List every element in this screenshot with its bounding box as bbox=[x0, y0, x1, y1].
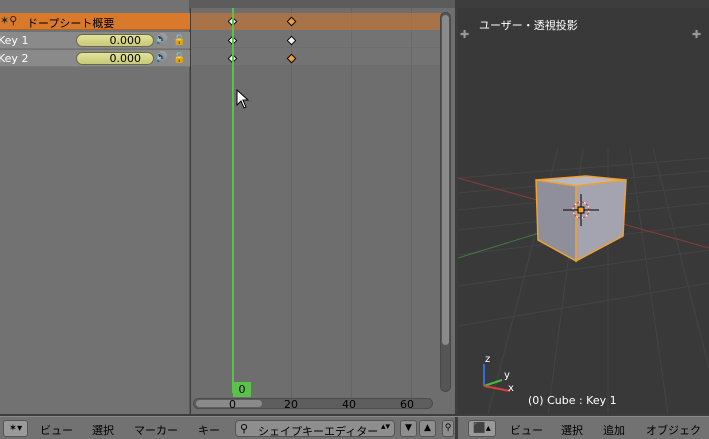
region-expand-icon[interactable]: ✚ bbox=[460, 28, 469, 41]
viewport-menu-add[interactable]: 追加 bbox=[603, 422, 625, 438]
mode-label: シェイプキーエディター bbox=[258, 425, 379, 438]
grid-line bbox=[351, 8, 352, 398]
summary-channel[interactable]: ✶⚲ ドープシート概要 bbox=[0, 13, 190, 30]
menu-marker[interactable]: マーカー bbox=[134, 422, 178, 438]
area-divider bbox=[455, 417, 458, 439]
ruler-label: 0 bbox=[229, 398, 236, 411]
move-down-button[interactable]: ▼ bbox=[400, 420, 417, 437]
playhead[interactable] bbox=[232, 8, 234, 393]
ruler-label: 60 bbox=[400, 398, 414, 411]
mode-dropdown[interactable]: ⚲ シェイプキーエディター ▴▾ bbox=[235, 420, 395, 438]
shapekey-icon: ⚲ bbox=[240, 422, 249, 435]
channel-value-field[interactable]: 0.000 bbox=[76, 34, 154, 47]
dopesheet-timeline[interactable] bbox=[191, 8, 455, 414]
axis-label-y: y bbox=[504, 370, 510, 381]
ruler-label: 40 bbox=[342, 398, 356, 411]
viewport-menu-select[interactable]: 選択 bbox=[561, 422, 583, 438]
axis-label-z: z bbox=[485, 354, 491, 365]
channel-list: ✶⚲ ドープシート概要 Key 1 0.000 🔊 🔓 Key 2 0.000 … bbox=[0, 0, 190, 414]
editor-header: ✶▾ ビュー 選択 マーカー キー ⚲ シェイプキーエディター ▴▾ ▼ ▲ ⚲… bbox=[0, 416, 709, 439]
axis-label-x: x bbox=[508, 383, 514, 394]
ruler-label: 20 bbox=[284, 398, 298, 411]
mute-toggle-icon[interactable]: 🔊 bbox=[155, 34, 167, 46]
channel-row-key1[interactable]: Key 1 0.000 🔊 🔓 bbox=[0, 32, 190, 49]
current-frame-indicator: 0 bbox=[233, 382, 251, 397]
editor-type-button[interactable]: ✶▾ bbox=[3, 420, 28, 437]
mouse-cursor-icon bbox=[236, 89, 250, 109]
viewport-status: (0) Cube : Key 1 bbox=[528, 394, 617, 407]
filter-icon[interactable]: ⚲ bbox=[442, 420, 454, 437]
channel-row-key2[interactable]: Key 2 0.000 🔊 🔓 bbox=[0, 50, 190, 67]
menu-select[interactable]: 選択 bbox=[92, 422, 114, 438]
summary-label: ドープシート概要 bbox=[27, 17, 115, 30]
grid-line bbox=[291, 8, 292, 398]
move-up-button[interactable]: ▲ bbox=[419, 420, 436, 437]
blender-window: ✶⚲ ドープシート概要 Key 1 0.000 🔊 🔓 Key 2 0.000 … bbox=[0, 0, 709, 439]
viewport-menu-view[interactable]: ビュー bbox=[510, 422, 543, 438]
dopesheet-icon: ✶⚲ bbox=[0, 14, 18, 27]
viewport-menu-object[interactable]: オブジェク bbox=[646, 422, 701, 438]
dropdown-arrow-icon: ▴▾ bbox=[380, 422, 390, 432]
menu-key[interactable]: キー bbox=[198, 422, 220, 438]
channel-name: Key 1 bbox=[0, 34, 29, 47]
channel-name: Key 2 bbox=[0, 52, 29, 65]
scrollbar-thumb[interactable] bbox=[442, 15, 449, 345]
region-expand-icon[interactable]: ✚ bbox=[692, 28, 701, 41]
channel-value-field[interactable]: 0.000 bbox=[76, 52, 154, 65]
menu-view[interactable]: ビュー bbox=[40, 422, 73, 438]
viewport-editor-type-button[interactable]: ⬛▴ bbox=[468, 420, 496, 437]
lock-icon[interactable]: 🔓 bbox=[173, 35, 185, 47]
mute-toggle-icon[interactable]: 🔊 bbox=[155, 52, 167, 64]
grid-line bbox=[411, 8, 412, 398]
3d-viewport[interactable]: ユーザー・透視投影 ✚ ✚ z y x (0) Cube : Key 1 bbox=[458, 8, 709, 414]
lock-icon[interactable]: 🔓 bbox=[173, 53, 185, 65]
vertical-scrollbar[interactable] bbox=[440, 12, 451, 392]
viewport-scene bbox=[458, 147, 709, 414]
viewport-title: ユーザー・透視投影 bbox=[479, 19, 578, 32]
